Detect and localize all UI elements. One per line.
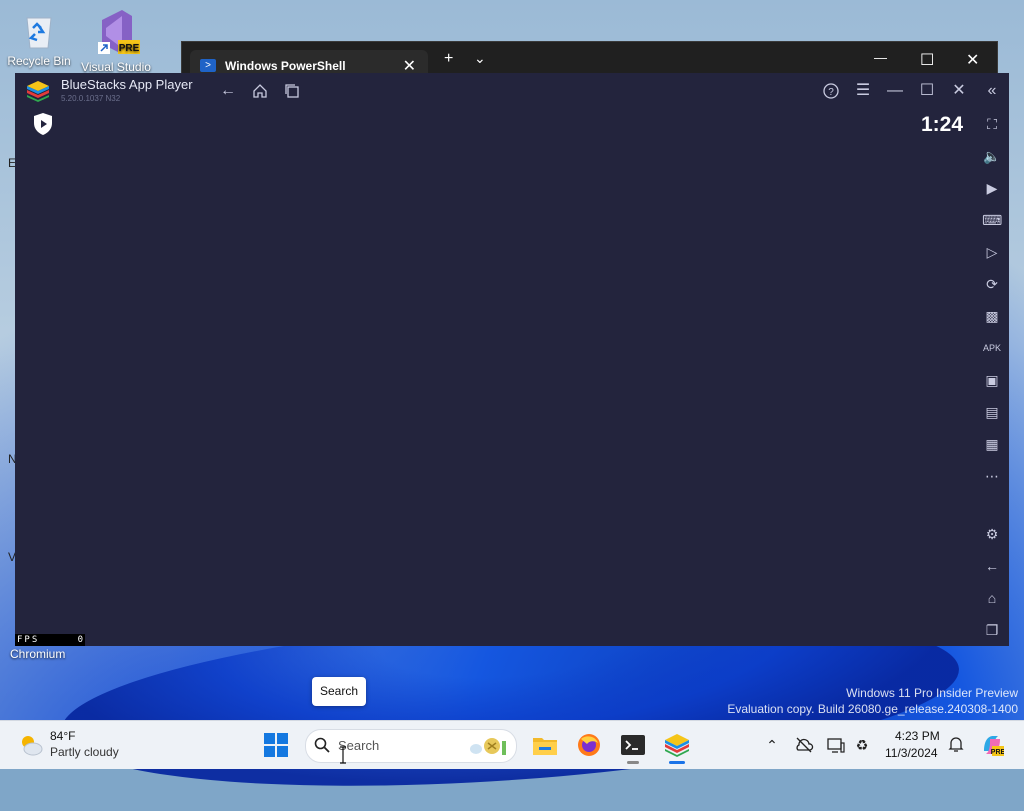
file-explorer-icon[interactable] xyxy=(531,731,559,759)
terminal-icon[interactable] xyxy=(619,731,647,764)
recent-apps-icon[interactable] xyxy=(282,81,302,101)
menu-icon[interactable]: ☰ xyxy=(853,81,873,101)
media-icon[interactable]: ▶ xyxy=(982,178,1002,198)
powershell-tab-title: Windows PowerShell xyxy=(225,59,346,73)
back-arrow-icon[interactable]: ← xyxy=(218,81,238,101)
active-indicator xyxy=(669,761,685,764)
shield-play-icon[interactable] xyxy=(33,112,53,136)
close-window-button[interactable]: ✕ xyxy=(966,50,979,70)
screenshot-icon[interactable]: ▣ xyxy=(982,370,1002,390)
notifications-icon[interactable] xyxy=(946,735,966,755)
volume-icon[interactable]: 🔈 xyxy=(982,146,1002,166)
search-icon xyxy=(314,737,330,753)
taskbar: 84°F Partly cloudy Search ⌃ ♻ 4:23 PM 11… xyxy=(0,720,1024,769)
running-indicator xyxy=(627,761,639,764)
fps-value: 0 xyxy=(77,635,83,645)
start-button[interactable] xyxy=(264,733,288,757)
version-label: 5.20.0.1037 N32 xyxy=(61,94,121,103)
taskbar-search-box[interactable]: Search xyxy=(305,729,517,763)
taskbar-date[interactable]: 11/3/2024 xyxy=(885,746,938,760)
powershell-icon: > xyxy=(200,59,216,72)
maximize-button[interactable]: ☐ xyxy=(920,50,934,70)
screen-record-icon[interactable]: ▤ xyxy=(982,402,1002,422)
watermark-line2: Evaluation copy. Build 26080.ge_release.… xyxy=(727,702,1018,716)
gallery-icon[interactable]: ▦ xyxy=(982,434,1002,454)
bluestacks-logo-icon xyxy=(25,79,51,103)
chevron-up-icon[interactable]: ⌃ xyxy=(762,735,782,755)
partly-cloudy-icon[interactable] xyxy=(18,733,44,757)
desktop-icon-recycle-bin[interactable]: Recycle Bin xyxy=(3,10,75,68)
game-controls-icon[interactable]: ▩ xyxy=(982,306,1002,326)
maximize-icon[interactable]: ☐ xyxy=(917,81,937,101)
desktop-icon-label-chromium[interactable]: Chromium xyxy=(10,647,65,661)
display-icon[interactable] xyxy=(826,735,846,755)
home-nav-icon[interactable]: ⌂ xyxy=(982,588,1002,608)
macro-record-icon[interactable]: ▷ xyxy=(982,242,1002,262)
bluestacks-taskbar-icon[interactable] xyxy=(663,731,691,764)
home-icon[interactable] xyxy=(250,81,270,101)
copilot-icon[interactable]: PRE xyxy=(980,733,1006,757)
rotate-icon[interactable]: ⟳ xyxy=(982,274,1002,294)
taskbar-time[interactable]: 4:23 PM xyxy=(895,729,940,743)
recent-apps-nav-icon[interactable]: ❐ xyxy=(982,620,1002,640)
apk-install-icon[interactable]: APK xyxy=(982,338,1002,358)
svg-text:?: ? xyxy=(828,87,834,98)
collapse-sidebar-icon[interactable]: « xyxy=(982,81,1002,101)
accessibility-icon[interactable]: ♻ xyxy=(852,735,872,755)
help-icon[interactable]: ? xyxy=(821,81,841,101)
more-icon[interactable]: ⋯ xyxy=(982,466,1002,486)
window-title: BlueStacks App Player xyxy=(61,77,193,92)
desktop-icon-label: Visual Studio xyxy=(81,60,151,74)
desktop-icon-visual-studio[interactable]: PRE Visual Studio xyxy=(80,8,152,74)
new-tab-button[interactable]: + xyxy=(444,50,453,68)
settings-icon[interactable]: ⚙ xyxy=(982,524,1002,544)
watermark-line1: Windows 11 Pro Insider Preview xyxy=(846,686,1018,700)
svg-text:PRE: PRE xyxy=(119,43,140,54)
weather-temp[interactable]: 84°F xyxy=(50,729,75,743)
search-tooltip: Search xyxy=(312,677,366,706)
bluestacks-window[interactable]: BlueStacks App Player 5.20.0.1037 N32 ← … xyxy=(15,73,1009,646)
fps-counter: FPS 0 xyxy=(15,634,85,646)
keyboard-icon[interactable]: ⌨ xyxy=(982,210,1002,230)
search-highlight-icon xyxy=(468,735,510,757)
recycle-bin-icon xyxy=(19,10,59,50)
minimize-button[interactable]: — xyxy=(874,50,887,65)
svg-text:PRE: PRE xyxy=(991,749,1004,756)
game-timer: 1:24 xyxy=(921,113,964,136)
fps-label: FPS xyxy=(17,635,40,645)
visual-studio-icon: PRE xyxy=(92,8,140,56)
weather-desc[interactable]: Partly cloudy xyxy=(50,745,119,759)
fullscreen-icon[interactable]: ⛶ xyxy=(982,114,1002,134)
minimize-icon[interactable]: — xyxy=(885,81,905,101)
desktop-icon-label: Recycle Bin xyxy=(7,54,71,68)
back-icon[interactable]: ← xyxy=(982,556,1002,576)
tab-dropdown-button[interactable]: ⌄ xyxy=(474,50,486,67)
text-cursor-icon xyxy=(340,746,346,764)
close-icon[interactable]: ✕ xyxy=(949,81,969,101)
firefox-icon[interactable] xyxy=(575,731,603,759)
onedrive-offline-icon[interactable] xyxy=(794,735,814,755)
